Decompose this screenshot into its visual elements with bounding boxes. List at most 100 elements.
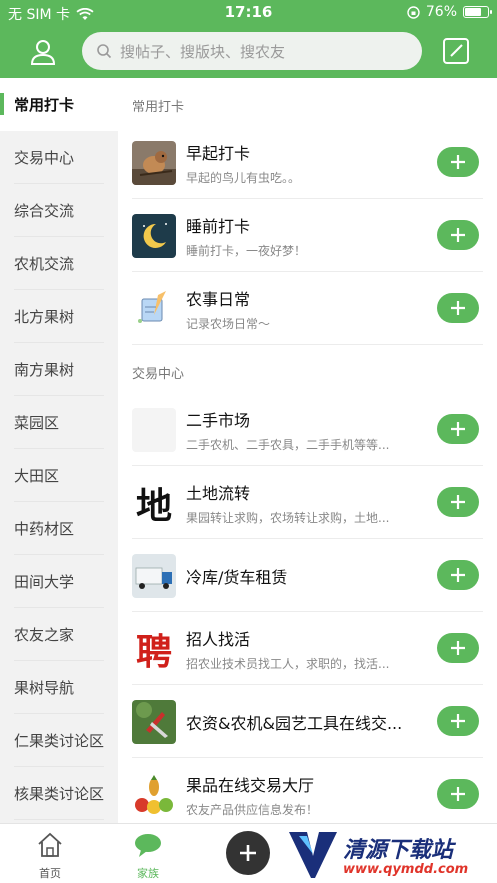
list-item[interactable]: 睡前打卡 睡前打卡，一夜好梦！ <box>118 199 497 272</box>
watermark-emblem-icon <box>289 832 337 878</box>
watermark-logo: 清源下载站 www.qymdd.com <box>285 824 497 883</box>
row-desc: 招农业技术员找工人，求职的，找活... <box>186 656 390 671</box>
create-post-button[interactable] <box>226 831 270 875</box>
sidebar-item-label: 核果类讨论区 <box>14 785 105 803</box>
truck-thumbnail <box>132 553 176 598</box>
category-sidebar: 常用打卡 交易中心 综合交流 农机交流 北方果树 南方果树 菜园区 大田区 中药… <box>0 78 118 823</box>
list-item[interactable]: 聘 招人找活 招农业技术员找工人，求职的，找活... <box>118 612 497 685</box>
plus-icon <box>451 155 465 169</box>
sidebar-item-vegetable[interactable]: 菜园区 <box>0 396 118 449</box>
sidebar-item-south-fruit[interactable]: 南方果树 <box>0 343 118 396</box>
section-title: 常用打卡 <box>132 100 185 115</box>
row-title: 土地流转 <box>186 483 251 503</box>
bird-thumbnail <box>132 140 176 185</box>
list-item[interactable]: 地 土地流转 果园转让求购，农场转让求购，土地... <box>118 466 497 539</box>
sidebar-item-label: 农机交流 <box>14 255 75 273</box>
sidebar-item-north-fruit[interactable]: 北方果树 <box>0 290 118 343</box>
row-desc: 二手农机、二手农具，二手手机等等... <box>186 437 390 452</box>
list-item[interactable]: 二手市场 二手农机、二手农具，二手手机等等... <box>118 393 497 466</box>
add-button[interactable] <box>437 633 479 663</box>
fruit-thumbnail <box>132 772 176 817</box>
add-button[interactable] <box>437 706 479 736</box>
row-desc: 农友产品供应信息发布！ <box>186 802 319 817</box>
sidebar-item-farmer-home[interactable]: 农友之家 <box>0 608 118 661</box>
calligraphy-thumbnail: 聘 <box>132 626 176 671</box>
compose-icon[interactable] <box>442 37 470 65</box>
row-title: 冷库/货车租赁 <box>186 567 288 587</box>
list-item[interactable]: 果品在线交易大厅 农友产品供应信息发布！ <box>118 758 497 823</box>
battery-percent: 76% <box>425 4 457 20</box>
sidebar-item-label: 果树导航 <box>14 679 75 697</box>
top-bar: 搜帖子、搜版块、搜农友 <box>0 28 497 74</box>
bottom-tab-bar: 首页 家族 清源下载站 www.qymdd.com <box>0 823 497 883</box>
sidebar-item-label: 菜园区 <box>14 414 60 432</box>
row-title: 睡前打卡 <box>186 216 251 236</box>
sidebar-item-herbs[interactable]: 中药材区 <box>0 502 118 555</box>
row-desc: 果园转让求购，农场转让求购，土地... <box>186 510 390 525</box>
row-title: 招人找活 <box>186 629 251 649</box>
list-item[interactable]: 农资&农机&园艺工具在线交... <box>118 685 497 758</box>
sidebar-item-label: 田间大学 <box>14 573 75 591</box>
board-list: 常用打卡 早起打卡 早起的鸟儿有虫吃。。 睡前打卡 睡前打卡，一夜好梦！ 农事日… <box>118 78 497 823</box>
list-item[interactable]: 农事日常 记录农场日常～ <box>118 272 497 345</box>
row-title: 二手市场 <box>186 410 251 430</box>
sidebar-item-field-university[interactable]: 田间大学 <box>0 555 118 608</box>
sidebar-item-label: 仁果类讨论区 <box>14 732 105 750</box>
tab-label: 首页 <box>39 867 61 880</box>
blank-thumbnail <box>132 407 176 452</box>
sidebar-item-label: 大田区 <box>14 467 60 485</box>
calligraphy-glyph: 聘 <box>135 630 172 671</box>
sidebar-item-label: 农友之家 <box>14 626 75 644</box>
row-title: 果品在线交易大厅 <box>186 775 315 795</box>
row-title: 农事日常 <box>186 289 251 309</box>
sidebar-item-checkin[interactable]: 常用打卡 <box>0 78 118 131</box>
battery-icon <box>463 6 492 18</box>
pruner-thumbnail <box>132 699 176 744</box>
row-desc: 早起的鸟儿有虫吃。。 <box>186 170 301 185</box>
calligraphy-glyph: 地 <box>135 484 172 525</box>
row-desc: 记录农场日常～ <box>186 316 271 331</box>
list-item[interactable]: 冷库/货车租赁 <box>118 539 497 612</box>
plus-icon <box>451 301 465 315</box>
row-title: 农资&农机&园艺工具在线交... <box>186 713 403 733</box>
sidebar-item-machinery[interactable]: 农机交流 <box>0 237 118 290</box>
chat-bubble-icon <box>135 834 161 857</box>
sidebar-item-trade[interactable]: 交易中心 <box>0 131 118 184</box>
moon-thumbnail <box>132 213 176 258</box>
section-title: 交易中心 <box>132 367 185 382</box>
search-placeholder: 搜帖子、搜版块、搜农友 <box>120 42 286 61</box>
plus-icon <box>451 495 465 509</box>
sidebar-item-label: 北方果树 <box>14 308 75 326</box>
list-item[interactable]: 早起打卡 早起的鸟儿有虫吃。。 <box>118 126 497 199</box>
tab-label: 家族 <box>137 867 159 880</box>
app-header: 无 SIM 卡 17:16 76% 搜帖子、搜版块、搜农友 <box>0 0 497 78</box>
row-desc: 睡前打卡，一夜好梦！ <box>186 243 307 258</box>
sidebar-item-label: 常用打卡 <box>14 96 75 114</box>
plus-icon <box>451 422 465 436</box>
plus-icon <box>451 568 465 582</box>
add-button[interactable] <box>437 293 479 323</box>
tab-home[interactable]: 首页 <box>20 832 80 881</box>
tab-family[interactable]: 家族 <box>118 832 178 881</box>
sidebar-item-label: 中药材区 <box>14 520 75 538</box>
watermark-text: 清源下载站 <box>343 838 454 863</box>
orientation-lock-icon <box>407 5 420 19</box>
add-button[interactable] <box>437 147 479 177</box>
add-button[interactable] <box>437 414 479 444</box>
sidebar-item-fruit-nav[interactable]: 果树导航 <box>0 661 118 714</box>
add-button[interactable] <box>437 560 479 590</box>
home-icon <box>38 832 62 857</box>
sidebar-item-stone-fruit[interactable]: 核果类讨论区 <box>0 767 118 820</box>
search-icon <box>97 44 112 59</box>
sidebar-item-field-crops[interactable]: 大田区 <box>0 449 118 502</box>
plus-icon <box>451 787 465 801</box>
plus-icon <box>451 228 465 242</box>
add-button[interactable] <box>437 779 479 809</box>
row-title: 早起打卡 <box>186 143 251 163</box>
sidebar-item-general[interactable]: 综合交流 <box>0 184 118 237</box>
sidebar-item-pome[interactable]: 仁果类讨论区 <box>0 714 118 767</box>
add-button[interactable] <box>437 487 479 517</box>
add-button[interactable] <box>437 220 479 250</box>
user-profile-icon[interactable] <box>28 37 58 67</box>
search-input[interactable]: 搜帖子、搜版块、搜农友 <box>82 32 422 70</box>
